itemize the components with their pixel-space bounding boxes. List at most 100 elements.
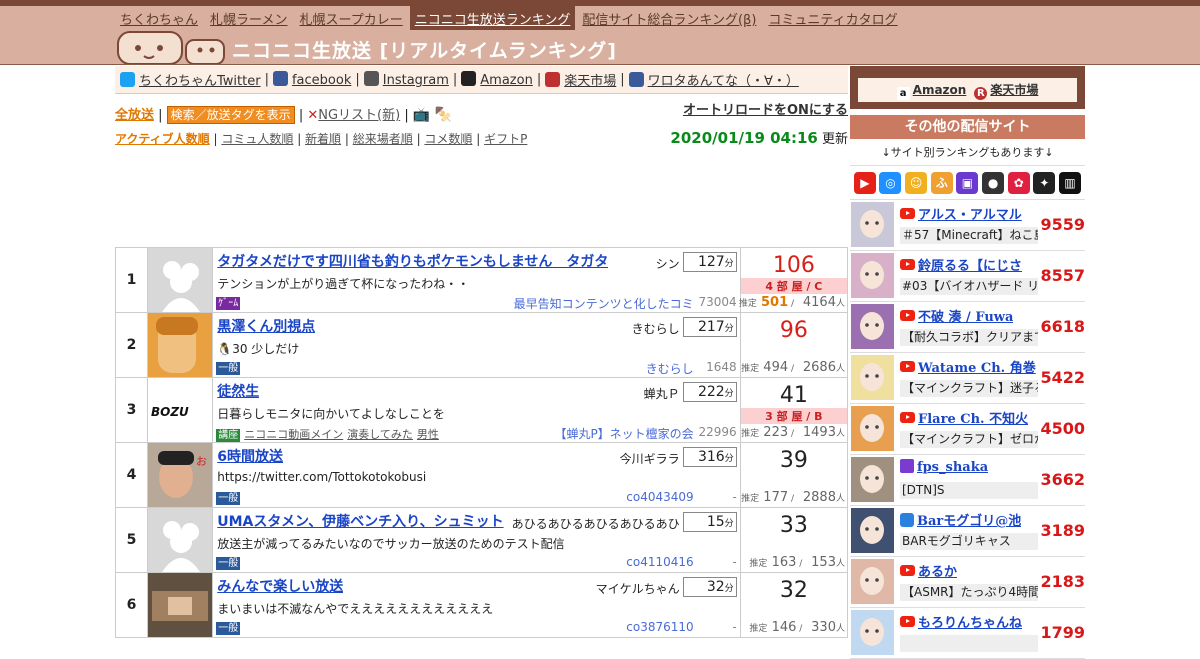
fuwa-icon[interactable]: ふ — [930, 171, 953, 194]
community-link[interactable]: 【蝉丸P】ネット檀家の会 — [554, 425, 693, 442]
community-link[interactable]: co3876110 — [626, 620, 693, 634]
streamer-thumbnail[interactable] — [851, 559, 894, 604]
ng-list-link[interactable]: NGリスト(新) — [318, 108, 400, 123]
top-nav-item[interactable]: 配信サイト総合ランキング(β) — [577, 6, 761, 30]
broadcast-title[interactable]: 徒然生 — [217, 381, 259, 401]
sort-option[interactable]: 総来場者順 — [353, 132, 413, 146]
chikuwa-icon[interactable]: 🍢 — [434, 107, 451, 123]
streamer-name-link[interactable]: アルス・アルマル — [900, 204, 1022, 223]
social-link[interactable]: ちくわちゃんTwitter — [120, 70, 261, 89]
broadcast-thumbnail[interactable] — [148, 508, 213, 572]
streamer-name-link[interactable]: Watame Ch. 角巻 — [900, 357, 1036, 376]
openrec-icon[interactable]: ◎ — [879, 171, 902, 194]
streamer-thumbnail[interactable] — [851, 253, 894, 298]
category-badge[interactable]: 一般 — [216, 557, 241, 570]
streamer-name: fps_shaka — [917, 460, 989, 475]
broadcast-title[interactable]: UMAスタメン、伊藤ベンチ入り、シュミット — [217, 511, 503, 531]
community-link[interactable]: 最早告知コンテンツと化したコミ — [514, 295, 694, 312]
streamer-name-link[interactable]: 鈴原るる【にじさ — [900, 255, 1022, 274]
slash: / — [788, 429, 797, 439]
sort-option[interactable]: コミュ人数順 — [221, 132, 293, 146]
streamer-thumbnail[interactable] — [851, 406, 894, 451]
shop-link[interactable]: Amazon — [913, 83, 967, 97]
streamer-thumbnail[interactable] — [851, 304, 894, 349]
streamer-thumbnail[interactable] — [851, 457, 894, 502]
category-badge[interactable]: 一般 — [216, 492, 241, 505]
active-count: 106 — [772, 253, 815, 278]
sort-option[interactable]: コメ数順 — [424, 132, 472, 146]
autoreload-toggle[interactable]: オートリロードをONにする — [683, 99, 848, 118]
broadcast-title[interactable]: 6時間放送 — [217, 446, 283, 466]
streamer-thumbnail[interactable] — [851, 355, 894, 400]
streamer-name-link[interactable]: もろりんちゃんね — [900, 612, 1022, 631]
streamer-name-link[interactable]: あるか — [900, 561, 957, 580]
category-badge[interactable]: ｹﾞｰﾑ — [216, 297, 241, 310]
all-broadcasts-link[interactable]: 全放送 — [115, 108, 154, 123]
shop-link[interactable]: 楽天市場 — [990, 83, 1038, 97]
youtube-icon[interactable]: ▶ — [853, 171, 876, 194]
tag-link[interactable]: 男性 — [417, 428, 439, 441]
twitch-icon[interactable]: ▣ — [956, 171, 979, 194]
category-badge[interactable]: 一般 — [216, 362, 241, 375]
separator: | — [209, 132, 222, 146]
cat-icon[interactable]: ✦ — [1033, 171, 1056, 194]
broadcast-thumbnail[interactable]: お — [148, 443, 213, 507]
social-link[interactable]: Amazon — [461, 71, 533, 88]
streamer-thumbnail[interactable] — [851, 508, 894, 553]
top-nav-item[interactable]: コミュニティカタログ — [763, 6, 902, 30]
active-count: 33 — [779, 513, 808, 538]
streamer-name-link[interactable]: 不破 湊 / Fuwa — [900, 306, 1013, 325]
category-badge[interactable]: 一般 — [216, 622, 241, 635]
social-link[interactable]: 楽天市場 — [545, 70, 616, 89]
social-link[interactable]: ワロタあんてな（・∀・） — [628, 70, 799, 89]
thumb-cell — [147, 572, 214, 638]
broadcast-title[interactable]: 黒澤くん別視点 — [217, 316, 315, 336]
community-link[interactable]: きむらし — [646, 360, 694, 377]
side-ranking-item: 鈴原るる【にじさ #03【バイオハザード リマ 8557 — [850, 251, 1085, 302]
sort-option[interactable]: 新着順 — [305, 132, 341, 146]
streamer-name-link[interactable]: fps_shaka — [900, 459, 988, 475]
chikuwa-logo[interactable] — [116, 26, 226, 65]
broadcast-thumbnail[interactable] — [148, 313, 213, 377]
update-timestamp: 2020/01/19 04:16 — [670, 129, 818, 147]
tag-link[interactable]: ニコニコ動画メイン — [244, 428, 343, 441]
total-visitors: 2888 — [802, 490, 836, 505]
tv-icon[interactable]: ▥ — [1059, 171, 1082, 194]
streamer-name-link[interactable]: Flare Ch. 不知火 — [900, 408, 1028, 427]
top-nav-item[interactable]: 札幌スープカレー — [295, 6, 408, 30]
show-tags-button[interactable]: 検索／放送タグを表示 — [166, 106, 295, 124]
social-link[interactable]: Instagram — [363, 71, 449, 88]
sort-option[interactable]: ギフトP — [484, 132, 527, 146]
streamer-thumbnail[interactable] — [851, 610, 894, 655]
stream-title: ＃57【Minecraft】ねこ島 — [900, 227, 1038, 244]
broadcast-thumbnail[interactable] — [148, 248, 213, 312]
separator: | — [264, 72, 269, 87]
showroom-icon[interactable]: ✿ — [1007, 171, 1030, 194]
broadcast-title[interactable]: タガタメだけです四川省も釣りもポケモンもしません タガタ — [217, 251, 608, 271]
viewer-count: 3189 — [1040, 521, 1085, 540]
category-badge[interactable]: 講座 — [216, 429, 241, 442]
active-count: 41 — [779, 383, 808, 408]
visitor-stats: 推定 177 / 2888人 — [741, 490, 845, 505]
community-link[interactable]: co4110416 — [626, 555, 693, 569]
rakuten-icon: R — [974, 87, 988, 100]
thumb-cell: BOZU — [147, 377, 214, 443]
top-nav-item[interactable]: ニコニコ生放送ランキング — [409, 6, 576, 30]
table-row: 6 みんなで楽しい放送 マイケルちゃん 32分 まいまいは不滅なんやでえええええええええ… — [114, 572, 849, 638]
broadcast-thumbnail[interactable]: BOZU — [148, 378, 213, 442]
broadcast-title[interactable]: みんなで楽しい放送 — [217, 576, 343, 596]
estimate-label: 推定 — [741, 364, 760, 374]
community-link[interactable]: co4043409 — [626, 490, 693, 504]
visitor-stats: 推定 163 / 153人 — [749, 555, 845, 570]
tag-link[interactable]: 演奏してみた — [347, 428, 413, 441]
tv-icon[interactable]: 📺 — [413, 107, 430, 123]
rank-number: 6 — [114, 572, 149, 638]
streamer-name-link[interactable]: Barモグゴリ@池 — [900, 510, 1021, 529]
duration-value: 222 — [697, 384, 725, 400]
mildom-icon[interactable]: ● — [982, 171, 1005, 194]
sort-option[interactable]: アクティブ人数順 — [115, 132, 210, 146]
cavetube-icon[interactable]: ☺ — [905, 171, 928, 194]
broadcast-thumbnail[interactable] — [148, 573, 213, 637]
social-link[interactable]: facebook — [272, 71, 351, 88]
streamer-thumbnail[interactable] — [851, 202, 894, 247]
